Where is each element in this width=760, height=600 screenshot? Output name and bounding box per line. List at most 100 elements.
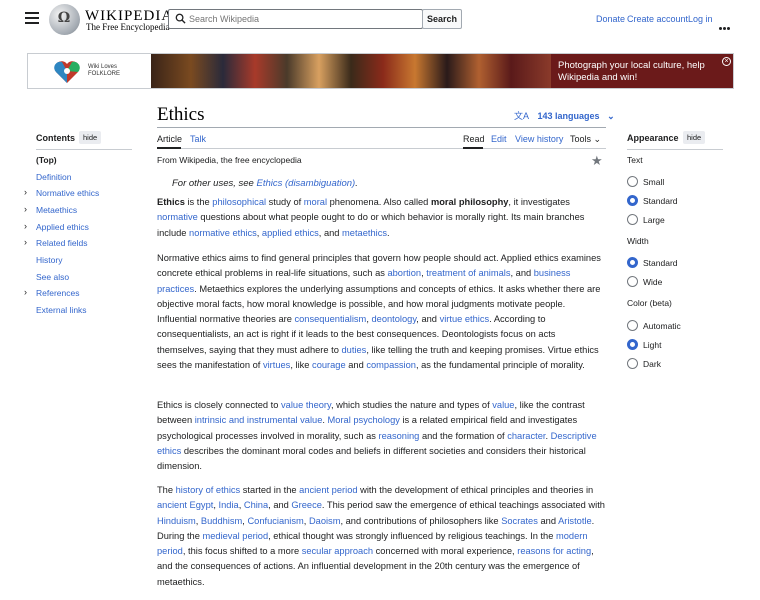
article-link[interactable]: Socrates xyxy=(501,516,538,526)
toc-item[interactable]: History xyxy=(36,255,62,265)
tab-talk[interactable]: Talk xyxy=(190,134,206,144)
toc-item[interactable]: See also xyxy=(36,272,69,282)
site-subtitle: From Wikipedia, the free encyclopedia xyxy=(157,155,302,165)
disambiguation-link[interactable]: Ethics (disambiguation) xyxy=(256,178,355,189)
search-input[interactable] xyxy=(189,11,414,27)
article-link[interactable]: value theory xyxy=(281,400,331,410)
tab-article[interactable]: Article xyxy=(157,134,182,144)
chevron-right-icon[interactable]: › xyxy=(24,237,27,247)
article-link[interactable]: courage xyxy=(312,360,346,370)
search-box xyxy=(168,9,423,29)
article-link[interactable]: India xyxy=(219,500,239,510)
article-link[interactable]: deontology xyxy=(371,314,416,324)
more-options-icon[interactable] xyxy=(719,17,731,30)
campaign-banner[interactable]: Wiki Loves FOLKLORE Photograph your loca… xyxy=(27,53,734,89)
chevron-right-icon[interactable]: › xyxy=(24,204,27,214)
text-option-radio[interactable] xyxy=(627,176,638,187)
article-link[interactable]: Moral psychology xyxy=(328,415,400,425)
chevron-right-icon[interactable]: › xyxy=(24,287,27,297)
article-link[interactable]: intrinsic and instrumental value xyxy=(195,415,323,425)
tab-read[interactable]: Read xyxy=(463,134,485,144)
toc-hide-button[interactable]: hide xyxy=(79,131,102,144)
article-link[interactable]: compassion xyxy=(366,360,416,370)
article-link[interactable]: medieval period xyxy=(202,531,268,541)
body-text: , and xyxy=(318,227,343,238)
main-menu-button[interactable] xyxy=(25,12,39,24)
star-icon[interactable]: ★ xyxy=(591,153,603,169)
toc-item[interactable]: Applied ethics xyxy=(36,222,89,232)
tab-edit[interactable]: Edit xyxy=(491,134,507,144)
article-link[interactable]: ancient Egypt xyxy=(157,500,213,510)
article-link[interactable]: consequentialism xyxy=(294,314,366,324)
translate-icon: 文A xyxy=(514,111,530,121)
width-option-radio[interactable] xyxy=(627,276,638,287)
article-link[interactable]: Confucianism xyxy=(247,516,303,526)
toc-item[interactable]: References xyxy=(36,288,79,298)
body-text: , and xyxy=(510,268,534,279)
bold-text: Ethics xyxy=(157,197,185,207)
article-link[interactable]: reasoning xyxy=(379,431,420,441)
language-button[interactable]: 文A 143 languages ⌄ xyxy=(514,109,615,122)
width-option-label: Standard xyxy=(643,258,678,268)
search-button[interactable]: Search xyxy=(422,9,462,29)
article-link[interactable]: China xyxy=(244,500,268,510)
color-option-radio[interactable] xyxy=(627,358,638,369)
article-link[interactable]: abortion xyxy=(387,268,421,278)
toc-item[interactable]: Related fields xyxy=(36,238,88,248)
article-link[interactable]: Daoism xyxy=(309,516,341,526)
bold-text: moral philosophy xyxy=(430,197,509,207)
log-in-link[interactable]: Log in xyxy=(688,14,713,24)
article-link[interactable]: Buddhism xyxy=(201,516,242,526)
tab-tools[interactable]: Tools ⌄ xyxy=(570,134,601,145)
article-link[interactable]: history of ethics xyxy=(176,485,241,495)
article-link[interactable]: Greece xyxy=(291,500,322,510)
article-link[interactable]: virtue ethics xyxy=(440,314,490,324)
body-text: , ethical thought was strongly influence… xyxy=(268,530,556,541)
chevron-right-icon[interactable]: › xyxy=(24,221,27,231)
article-link[interactable]: value xyxy=(492,400,514,410)
toc-item[interactable]: Metaethics xyxy=(36,205,77,215)
donate-link[interactable]: Donate xyxy=(596,14,625,24)
color-option-radio[interactable] xyxy=(627,320,638,331)
color-option-radio[interactable] xyxy=(627,339,638,350)
banner-photo-strip xyxy=(151,54,551,88)
toc-item[interactable]: (Top) xyxy=(36,155,57,165)
width-option-radio[interactable] xyxy=(627,257,638,268)
create-account-link[interactable]: Create account xyxy=(627,14,688,24)
body-text: describes the dominant moral codes and b… xyxy=(157,445,586,472)
article-link[interactable]: Aristotle xyxy=(558,516,592,526)
toc-item[interactable]: Normative ethics xyxy=(36,188,99,198)
body-text: and the formation of xyxy=(419,430,508,441)
appearance-hide-button[interactable]: hide xyxy=(683,131,706,144)
text-option-radio[interactable] xyxy=(627,214,638,225)
article-link[interactable]: Hinduism xyxy=(157,516,196,526)
article-link[interactable]: reasons for acting xyxy=(517,546,591,556)
close-icon[interactable]: × xyxy=(722,57,731,66)
toc-item[interactable]: Definition xyxy=(36,172,71,182)
toc-title: Contents xyxy=(36,133,75,143)
toc-item[interactable]: External links xyxy=(36,305,87,315)
article-link[interactable]: character xyxy=(507,431,545,441)
article-link[interactable]: duties xyxy=(342,345,367,355)
tab-view-history[interactable]: View history xyxy=(515,134,563,144)
article-link[interactable]: metaethics xyxy=(342,228,387,238)
body-text: . This period saw the emergence of ethic… xyxy=(321,500,605,511)
body-text: started in the xyxy=(240,485,300,495)
body-text: phenomena. Also called xyxy=(327,197,431,207)
article-link[interactable]: applied ethics xyxy=(262,228,319,238)
wikipedia-globe-logo[interactable]: Ω xyxy=(49,4,80,35)
article-link[interactable]: moral xyxy=(304,197,327,207)
text-option-radio[interactable] xyxy=(627,195,638,206)
article-link[interactable]: philosophical xyxy=(212,197,266,207)
article-link[interactable]: virtues xyxy=(263,360,290,370)
chevron-right-icon[interactable]: › xyxy=(24,187,27,197)
article-link[interactable]: ancient period xyxy=(299,485,357,495)
color-option-label: Automatic xyxy=(643,321,681,331)
article-link[interactable]: secular approach xyxy=(302,546,373,556)
article-link[interactable]: normative xyxy=(157,212,198,222)
article-paragraph: Ethics is closely connected to value the… xyxy=(157,398,605,474)
article-link[interactable]: treatment of animals xyxy=(426,268,510,278)
article-link[interactable]: normative ethics xyxy=(189,228,257,238)
wikipedia-tagline: The Free Encyclopedia xyxy=(86,22,170,32)
banner-text: Photograph your local culture, help Wiki… xyxy=(558,60,705,83)
